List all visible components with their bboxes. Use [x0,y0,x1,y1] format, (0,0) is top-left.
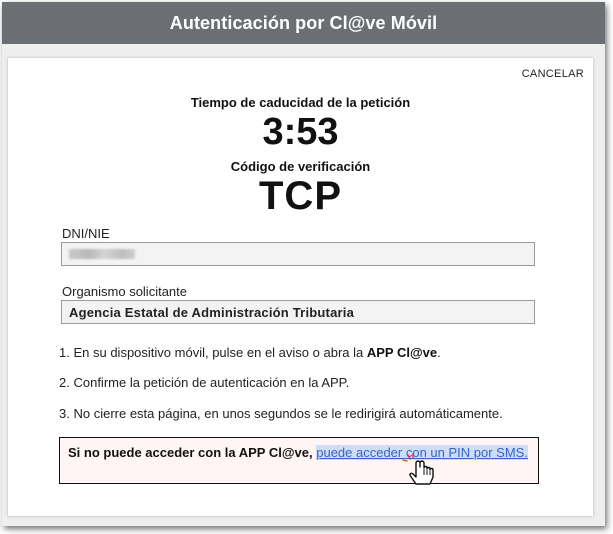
timer-label: Tiempo de caducidad de la petición [190,95,411,110]
sms-notice: Si no puede acceder con la APP Cl@ve, pu… [59,437,539,484]
dialog-content: CANCELAR Tiempo de caducidad de la petic… [8,58,593,516]
step-item: 1. En su dispositivo móvil, pulse en el … [59,345,441,360]
cancel-button[interactable]: CANCELAR [522,68,584,80]
dialog-header: Autenticación por Cl@ve Móvil [2,2,605,44]
notice-text: Si no puede acceder con la APP Cl@ve, [68,445,313,460]
verification-label: Código de verificación [230,159,371,174]
org-label: Organismo solicitante [62,284,187,299]
org-field[interactable]: Agencia Estatal de Administración Tribut… [61,300,535,324]
org-value: Agencia Estatal de Administración Tribut… [69,305,354,320]
dni-label: DNI/NIE [62,226,110,241]
verification-code: TCP [259,174,342,218]
step-item: 2. Confirme la petición de autenticación… [59,375,350,390]
dni-field[interactable] [61,242,535,266]
timer-value: 3:53 [262,111,339,153]
step-item: 3. No cierre esta página, en unos segund… [59,406,503,421]
hand-pointer-icon [402,453,434,485]
redacted-value [69,249,135,259]
dialog-title: Autenticación por Cl@ve Móvil [169,12,438,33]
